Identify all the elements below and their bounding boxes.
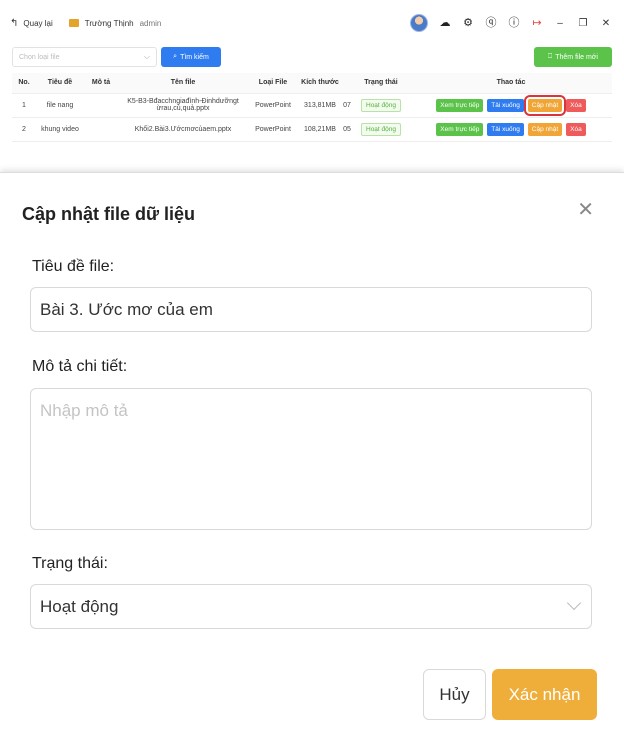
file-type-select[interactable]: Chọn loại file ⌵ <box>12 47 157 67</box>
logout-icon[interactable]: ↦ <box>531 17 543 29</box>
book-icon <box>68 19 79 27</box>
filename-line: ừrau,củ,quả.pptx <box>156 105 210 112</box>
back-label: Quay lại <box>23 18 53 28</box>
col-size: Kích thước <box>298 73 342 94</box>
col-no: No. <box>12 73 36 94</box>
chevron-down-icon: ⌵ <box>143 52 150 61</box>
col-desc: Mô tả <box>84 73 118 94</box>
filename-line: K5-B3-Bđacchngiađình-Đinhdưỡngt <box>127 98 239 105</box>
info-icon[interactable]: ⓘ <box>508 17 520 29</box>
cell-actions: Xem trực tiếp Tải xuống Cập nhật Xóa <box>410 93 612 118</box>
description-field-label: Mô tả chi tiết: <box>32 358 128 375</box>
table-header-row: No. Tiêu đề Mô tả Tên file Loại File Kíc… <box>12 73 612 94</box>
cell-no: 2 <box>12 117 36 142</box>
cell-type: PowerPoint <box>248 117 298 142</box>
minimize-icon[interactable]: – <box>554 18 566 29</box>
chevron-down-icon <box>566 595 582 611</box>
status-select-value: Hoạt động <box>40 596 119 616</box>
cell-actions: Xem trực tiếp Tải xuống Cập nhật Xóa <box>410 117 612 142</box>
status-badge: Hoạt động <box>361 122 401 136</box>
update-button[interactable]: Cập nhật <box>527 122 563 136</box>
update-button[interactable]: Cập nhật <box>523 94 567 116</box>
back-button[interactable]: ↰ Quay lại <box>10 18 53 29</box>
cell-title: khung video <box>36 117 84 142</box>
col-title: Tiêu đề <box>36 73 84 94</box>
modal-title: Cập nhật file dữ liệu <box>22 204 196 224</box>
cell-size: 108,21MB <box>298 117 342 142</box>
user-name: Trường Thịnh <box>84 18 134 28</box>
col-extra <box>342 73 352 94</box>
download-button[interactable]: Tải xuống <box>487 98 524 112</box>
cell-status: Hoạt động <box>352 93 410 118</box>
cell-no: 1 <box>12 93 36 118</box>
close-icon[interactable]: ✕ <box>577 197 594 222</box>
view-button[interactable]: Xem trực tiếp <box>436 98 484 112</box>
add-label: Thêm file mới <box>555 53 598 61</box>
cell-filename: K5-B3-Bđacchngiađình-Đinhdưỡngt ừrau,củ,… <box>118 93 248 118</box>
search-button[interactable]: ⌕ Tìm kiếm <box>161 47 221 67</box>
file-add-icon: ⎕ <box>548 53 553 60</box>
status-badge: Hoạt động <box>361 98 401 112</box>
arrow-left-icon: ↰ <box>10 17 19 29</box>
table-row: 1 file nang K5-B3-Bđacchngiađình-Đinhdưỡ… <box>12 93 612 118</box>
window-toolbar: ☁ ⚙ ⓠ ⓘ ↦ – ❐ ✕ <box>410 14 612 32</box>
title-input[interactable]: Bài 3. Ước mơ của em <box>30 287 592 332</box>
col-filename: Tên file <box>118 73 248 94</box>
col-actions: Thao tác <box>410 73 612 94</box>
col-type: Loại File <box>248 73 298 94</box>
delete-button[interactable]: Xóa <box>566 98 586 112</box>
filter-bar: Chọn loại file ⌵ ⌕ Tìm kiếm ⎕ Thêm file … <box>12 47 612 67</box>
col-status: Trạng thái <box>352 73 410 94</box>
confirm-button[interactable]: Xác nhận <box>492 669 597 720</box>
gear-icon[interactable]: ⚙ <box>462 17 474 29</box>
close-icon[interactable]: ✕ <box>600 18 612 29</box>
cell-title: file nang <box>36 93 84 118</box>
cell-extra: 07 <box>342 93 352 118</box>
cell-desc <box>84 117 118 142</box>
restore-icon[interactable]: ❐ <box>577 18 589 29</box>
cell-status: Hoạt động <box>352 117 410 142</box>
download-button[interactable]: Tải xuống <box>487 122 524 136</box>
description-textarea[interactable]: Nhập mô tả <box>30 388 592 530</box>
status-select[interactable]: Hoạt động <box>30 584 592 629</box>
update-file-modal: Cập nhật file dữ liệu ✕ Tiêu đề file: Bà… <box>0 172 624 730</box>
cell-extra: 05 <box>342 117 352 142</box>
status-field-label: Trạng thái: <box>32 555 108 572</box>
app-topbar: ↰ Quay lại Trường Thịnh admin ☁ ⚙ ⓠ ⓘ ↦ … <box>0 0 624 46</box>
delete-button[interactable]: Xóa <box>566 122 586 136</box>
filename-line: Khổi2.Bài3.Ướcmơcủaem.pptx <box>134 125 232 133</box>
search-label: Tìm kiếm <box>180 53 209 61</box>
avatar[interactable] <box>410 14 428 32</box>
file-type-placeholder: Chọn loại file <box>19 54 60 61</box>
cell-filename: Khổi2.Bài3.Ướcmơcủaem.pptx <box>118 117 248 142</box>
cloud-download-icon[interactable]: ☁ <box>439 17 451 29</box>
cancel-button[interactable]: Hủy <box>423 669 486 720</box>
files-table: No. Tiêu đề Mô tả Tên file Loại File Kíc… <box>12 73 612 142</box>
search-icon: ⌕ <box>173 53 178 60</box>
question-icon[interactable]: ⓠ <box>485 17 497 29</box>
cell-size: 313,81MB <box>298 93 342 118</box>
view-button[interactable]: Xem trực tiếp <box>436 122 484 136</box>
title-field-label: Tiêu đề file: <box>32 258 115 275</box>
add-file-button[interactable]: ⎕ Thêm file mới <box>534 47 612 67</box>
user-info: Trường Thịnh admin <box>68 18 162 28</box>
table-row: 2 khung video Khổi2.Bài3.Ướcmơcủaem.pptx… <box>12 117 612 142</box>
user-role: admin <box>139 18 162 28</box>
cell-type: PowerPoint <box>248 93 298 118</box>
cell-desc <box>84 93 118 118</box>
